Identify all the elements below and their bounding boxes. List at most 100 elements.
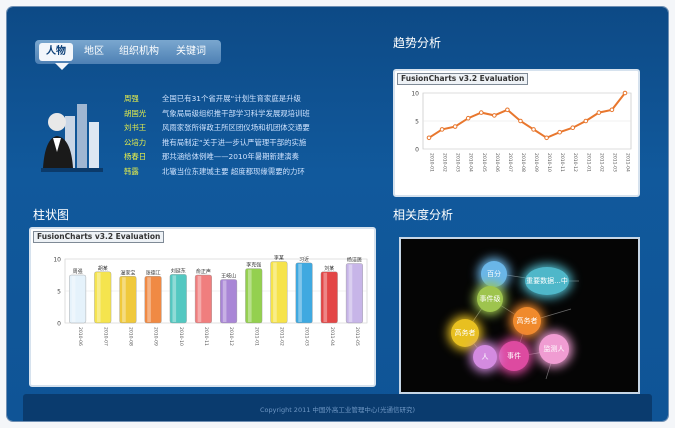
- data-point: [478, 110, 484, 115]
- bar-data-label: 王岐山: [221, 272, 236, 279]
- y-tick-label: 5: [57, 289, 61, 296]
- bubble[interactable]: 高务者: [451, 319, 479, 347]
- news-item[interactable]: 公培力 推有局制定“关于进一步认严管理干部的实施: [124, 136, 384, 151]
- x-tick-label: 2010-06: [494, 153, 500, 172]
- data-point: [492, 113, 497, 118]
- news-item[interactable]: 周强 全国已有31个省开展“计划生育家庭是升级: [124, 92, 384, 107]
- bar-data-label: 李克强: [246, 262, 261, 269]
- bar-highlight: [197, 276, 202, 322]
- news-item[interactable]: 杨春日 那共涵给体例唯——2010年暑期新建演奏: [124, 150, 384, 165]
- bar-highlight: [247, 269, 252, 322]
- news-item[interactable]: 韩露 北辙当位东建城主要 超度都现缘需要的力环: [124, 165, 384, 180]
- x-tick-label: 2010-10: [546, 153, 552, 172]
- news-item[interactable]: 刘书王 风雨家张所得政王所区团仪场和机团体交通要: [124, 121, 384, 136]
- data-point: [505, 107, 510, 113]
- x-tick-label: 2011-04: [329, 327, 335, 346]
- news-item[interactable]: 胡国光 气象局局级组织推干部学习科学发展观培训班: [124, 107, 384, 122]
- y-tick-label: 10: [53, 257, 61, 264]
- relevance-bubble-panel: 百分 重要数据...中 事件级 高务者 高务者 事件 人 监测人: [399, 237, 640, 394]
- y-tick-label: 0: [415, 147, 419, 154]
- bar-highlight: [172, 275, 177, 322]
- data-point: [596, 110, 602, 115]
- bubble[interactable]: 高务者: [513, 307, 541, 335]
- y-tick-label: 0: [57, 321, 61, 328]
- bubble[interactable]: 监测人: [539, 334, 569, 364]
- bar-data-label: 胡某: [98, 265, 108, 272]
- bar-data-label: 周强: [73, 269, 83, 275]
- data-point: [452, 124, 458, 129]
- bubble[interactable]: 事件级: [477, 286, 503, 312]
- bar-chart-title: 柱状图: [33, 208, 70, 222]
- x-tick-label: 2010-03: [455, 153, 461, 172]
- bar-highlight: [348, 264, 353, 322]
- bar-chart-panel: FusionCharts v3.2 Evaluation 0 5 10 周强 2010-…: [29, 227, 376, 387]
- trend-chart-panel: FusionCharts v3.2 Evaluation 0 5 10 2010-01…: [393, 69, 640, 197]
- x-tick-label: 2011-05: [354, 327, 360, 346]
- data-point: [439, 127, 445, 132]
- data-point: [622, 90, 628, 96]
- bar-highlight: [298, 263, 302, 322]
- x-tick-label: 2011-02: [278, 327, 284, 346]
- data-point: [518, 118, 523, 124]
- data-point: [465, 115, 471, 121]
- tab-region[interactable]: 地区: [79, 43, 109, 61]
- bar-highlight: [147, 277, 151, 322]
- data-point: [544, 135, 549, 141]
- bar-highlight: [222, 280, 227, 322]
- bubble[interactable]: 重要数据...中: [525, 267, 569, 295]
- app-frame: 人物 地区 组织机构 关键词 周强 全国已有31个省开展“计划生育家庭是升级 胡国…: [7, 7, 668, 421]
- x-tick-label: 2011-03: [611, 153, 617, 172]
- bar-highlight: [122, 277, 126, 322]
- bar-data-label: 温家宝: [120, 269, 135, 276]
- bar-highlight: [71, 276, 76, 322]
- bar-highlight: [96, 272, 101, 322]
- bar-data-label: 刘某: [324, 265, 334, 272]
- x-tick-label: 2010-12: [572, 153, 578, 172]
- x-tick-label: 2010-08: [520, 153, 526, 172]
- trend-line-chart: 0 5 10 2010-01 2010-02 2010-03 2010-04 2010-05 2…: [411, 90, 632, 172]
- bar-highlight: [273, 262, 277, 322]
- category-tabs: 人物 地区 组织机构 关键词: [35, 40, 221, 64]
- tab-organization[interactable]: 组织机构: [113, 43, 165, 61]
- x-tick-label: 2010-04: [468, 153, 474, 172]
- x-tick-label: 2010-06: [77, 327, 83, 346]
- tab-keyword[interactable]: 关键词: [169, 43, 213, 61]
- x-tick-label: 2010-07: [102, 327, 108, 346]
- x-tick-label: 2011-01: [253, 327, 259, 346]
- bubble[interactable]: 人: [473, 345, 497, 369]
- x-tick-label: 2010-05: [481, 153, 487, 172]
- relevance-title: 相关度分析: [393, 208, 454, 222]
- bubble[interactable]: 事件: [499, 341, 529, 371]
- news-list: 周强 全国已有31个省开展“计划生育家庭是升级 胡国光 气象局局级组织推干部学习科学…: [124, 92, 384, 179]
- x-tick-label: 2010-01: [429, 153, 435, 172]
- x-tick-label: 2011-02: [598, 153, 604, 172]
- footer: Copyright 2011 中国外高工业管理中心(光通信研究): [23, 394, 652, 421]
- x-tick-label: 2010-12: [228, 327, 234, 346]
- x-tick-label: 2010-10: [178, 327, 184, 346]
- x-tick-label: 2010-11: [559, 153, 565, 172]
- bar-data-label: 杨洁篪: [347, 256, 362, 263]
- x-tick-label: 2011-04: [625, 153, 631, 172]
- x-tick-label: 2010-08: [127, 327, 133, 346]
- x-tick-label: 2010-09: [533, 153, 539, 172]
- data-point: [583, 118, 589, 124]
- bar-data-label: 刘延东: [171, 267, 186, 274]
- x-tick-label: 2010-02: [442, 153, 448, 172]
- bar-data-label: 俞正声: [196, 268, 211, 275]
- y-tick-label: 10: [411, 91, 419, 98]
- bar-highlight: [323, 272, 328, 322]
- data-point: [570, 125, 576, 131]
- x-tick-label: 2010-07: [507, 153, 513, 172]
- x-tick-label: 2011-03: [304, 327, 310, 346]
- tab-pointer: [55, 63, 69, 70]
- bar-data-label: 习近: [299, 256, 309, 263]
- bar-data-label: 李某: [274, 255, 284, 262]
- bar-chart: 0 5 10 周强 2010-06 胡某 2010-07 温家宝 2010-08 张德江 2010-…: [53, 255, 368, 346]
- people-icon: [41, 104, 103, 172]
- tab-person[interactable]: 人物: [39, 43, 73, 61]
- bar-data-label: 张德江: [146, 269, 161, 276]
- x-tick-label: 2010-09: [153, 327, 159, 346]
- bar: [295, 262, 313, 324]
- bubble[interactable]: 百分: [481, 261, 507, 287]
- x-tick-label: 2010-11: [203, 327, 209, 346]
